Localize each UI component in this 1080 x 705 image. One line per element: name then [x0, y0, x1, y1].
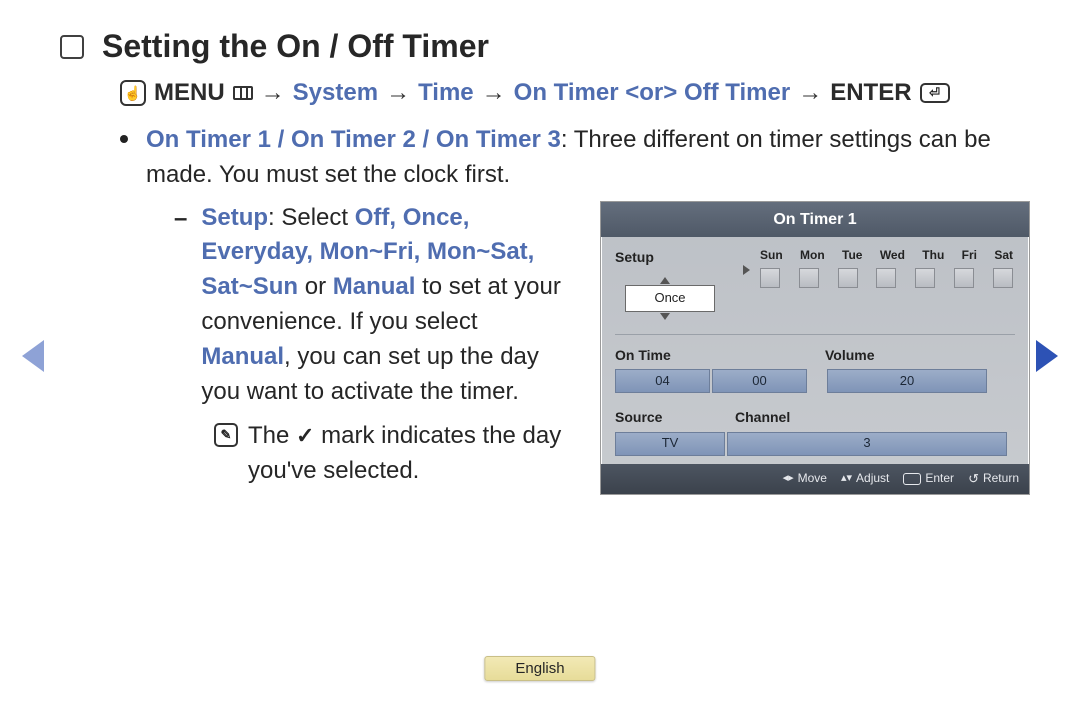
- footer-move: Move: [783, 470, 827, 489]
- osd-setup-value-box[interactable]: Once: [625, 285, 715, 312]
- menu-grid-icon: [233, 86, 253, 100]
- note-icon: ✎: [214, 423, 238, 447]
- day-check-thu[interactable]: [915, 268, 935, 288]
- setup-manual2: Manual: [201, 343, 284, 370]
- osd-ontime-hours[interactable]: 04: [615, 369, 710, 393]
- day-check-sat[interactable]: [993, 268, 1013, 288]
- day-fri: Fri: [962, 247, 977, 264]
- day-check-wed[interactable]: [876, 268, 896, 288]
- day-check-tue[interactable]: [838, 268, 858, 288]
- enter-key-icon: [903, 473, 921, 485]
- arrow-icon: →: [798, 79, 822, 107]
- footer-adjust: Adjust: [841, 470, 889, 489]
- osd-source-label: Source: [615, 407, 735, 427]
- menu-label: MENU: [154, 79, 225, 107]
- day-check-mon[interactable]: [799, 268, 819, 288]
- language-pill[interactable]: English: [484, 656, 595, 681]
- dash-icon: –: [174, 202, 187, 410]
- osd-ontime-label: On Time: [615, 345, 825, 365]
- osd-ontime-minutes[interactable]: 00: [712, 369, 807, 393]
- osd-title: On Timer 1: [601, 202, 1029, 237]
- arrow-icon: →: [261, 79, 285, 107]
- day-check-fri[interactable]: [954, 268, 974, 288]
- bullet-title: On Timer 1 / On Timer 2 / On Timer 3: [146, 126, 561, 153]
- osd-panel: On Timer 1 Setup: [600, 201, 1030, 496]
- chevron-down-icon[interactable]: [660, 313, 670, 320]
- page-title: Setting the On / Off Timer: [102, 28, 489, 65]
- enter-label: ENTER: [830, 79, 911, 107]
- day-wed: Wed: [880, 247, 905, 264]
- section-box-icon: [60, 35, 84, 59]
- setup-label: Setup: [201, 204, 268, 231]
- day-tue: Tue: [842, 247, 862, 264]
- day-mon: Mon: [800, 247, 825, 264]
- osd-footer: Move Adjust Enter Return: [601, 464, 1029, 495]
- setup-select: : Select: [268, 204, 355, 231]
- setup-item: – Setup: Select Off, Once, Everyday, Mon…: [174, 201, 570, 410]
- setup-manual: Manual: [333, 273, 416, 300]
- setup-or: or: [298, 273, 333, 300]
- day-sat: Sat: [994, 247, 1013, 264]
- osd-channel-label: Channel: [735, 407, 1015, 427]
- note-row: ✎ The ✓ mark indicates the day you've se…: [214, 419, 570, 489]
- osd-setup-value: Once: [626, 286, 714, 311]
- arrow-icon: →: [482, 79, 506, 107]
- path-system: System: [293, 79, 378, 107]
- check-mark-icon: ✓: [296, 423, 314, 448]
- bullet-dot-icon: [120, 135, 128, 143]
- prev-page-arrow[interactable]: [22, 340, 44, 372]
- path-time: Time: [418, 79, 474, 107]
- osd-setup-label: Setup: [615, 247, 735, 267]
- enter-key-icon: ⏎: [920, 83, 950, 103]
- next-page-arrow[interactable]: [1036, 340, 1058, 372]
- osd-source-value[interactable]: TV: [615, 432, 725, 456]
- arrow-icon: →: [386, 79, 410, 107]
- day-sun: Sun: [760, 247, 783, 264]
- page-heading-row: Setting the On / Off Timer: [60, 28, 1030, 65]
- remote-hand-icon: ☝: [120, 80, 146, 106]
- day-check-sun[interactable]: [760, 268, 780, 288]
- osd-channel-value[interactable]: 3: [727, 432, 1007, 456]
- osd-setup-spinner[interactable]: Once: [615, 277, 715, 320]
- footer-enter: Enter: [903, 470, 954, 489]
- menu-path: ☝ MENU → System → Time → On Timer <or> O…: [120, 79, 1030, 107]
- footer-return: Return: [968, 470, 1019, 489]
- osd-days-header: Sun Mon Tue Wed Thu Fri Sat: [758, 247, 1015, 268]
- osd-volume-value[interactable]: 20: [827, 369, 987, 393]
- chevron-up-icon[interactable]: [660, 277, 670, 284]
- path-timer-alt: On Timer <or> Off Timer: [514, 79, 791, 107]
- day-thu: Thu: [922, 247, 944, 264]
- note-pre: The: [248, 422, 296, 449]
- chevron-right-icon: [743, 265, 750, 275]
- osd-divider: [615, 334, 1015, 335]
- bullet-on-timer: On Timer 1 / On Timer 2 / On Timer 3: Th…: [120, 123, 1030, 495]
- osd-volume-label: Volume: [825, 345, 1015, 365]
